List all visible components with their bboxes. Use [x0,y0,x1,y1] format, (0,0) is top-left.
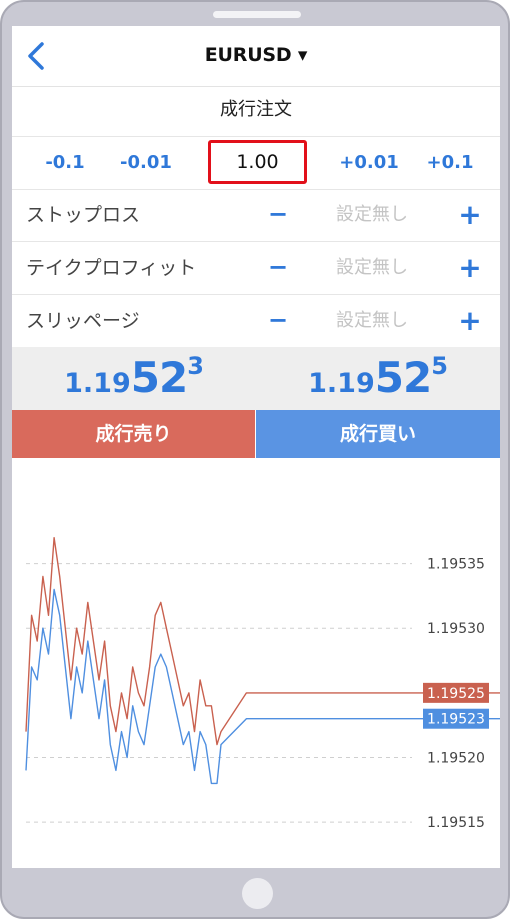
take-profit-row: テイクプロフィット − 設定無し + [12,242,500,295]
stop-loss-value[interactable]: 設定無し [312,189,432,241]
market-buy-button[interactable]: 成行買い [256,410,500,458]
y-tick-label-2: 1.19520 [427,751,485,767]
y-tick-label-3: 1.19515 [427,815,485,831]
y-tick-label-1: 1.19530 [427,621,485,637]
stop-loss-label: ストップロス [26,204,141,226]
order-type-label: 成行注文 [12,86,500,137]
slippage-label: スリッページ [26,310,140,332]
lot-decrease-0.1-button[interactable]: -0.1 [30,136,100,189]
price-tag-label-0: 1.19525 [427,686,485,702]
app-screen: EURUSD ▾ 成行注文 -0.1 -0.01 1.00 +0.01 +0.1… [12,26,500,868]
stop-loss-plus-button[interactable]: + [455,189,485,241]
slippage-value[interactable]: 設定無し [312,295,432,347]
take-profit-plus-button[interactable]: + [455,242,485,294]
market-sell-button[interactable]: 成行売り [12,410,255,458]
quote-panel: 1.19523 1.19525 [12,347,500,410]
take-profit-label: テイクプロフィット [26,257,197,279]
lot-size-row: -0.1 -0.01 1.00 +0.01 +0.1 [12,136,500,190]
lot-decrease-0.01-button[interactable]: -0.01 [110,136,182,189]
ask-price: 1.19525 [308,352,448,402]
stop-loss-minus-button[interactable]: − [264,189,292,239]
take-profit-minus-button[interactable]: − [264,242,292,292]
speaker-grille [213,11,301,18]
device-frame: EURUSD ▾ 成行注文 -0.1 -0.01 1.00 +0.01 +0.1… [0,0,510,919]
take-profit-value[interactable]: 設定無し [312,242,432,294]
price-tag-label-1: 1.19523 [427,712,485,728]
lot-size-field[interactable]: 1.00 [208,140,307,184]
slippage-minus-button[interactable]: − [264,295,292,345]
price-chart: 1.19535 1.19530 1.19520 1.19515 1.19525 1.195… [25,537,500,831]
navigation-bar: EURUSD ▾ [12,26,500,87]
y-tick-label-0: 1.19535 [427,557,485,573]
lot-increase-0.1-button[interactable]: +0.1 [418,136,482,189]
home-button[interactable] [242,878,273,909]
lot-increase-0.01-button[interactable]: +0.01 [328,136,410,189]
stop-loss-row: ストップロス − 設定無し + [12,189,500,242]
slippage-plus-button[interactable]: + [455,295,485,347]
bid-price: 1.19523 [64,352,204,402]
symbol-selector[interactable]: EURUSD ▾ [12,44,500,66]
slippage-row: スリッページ − 設定無し + [12,295,500,347]
